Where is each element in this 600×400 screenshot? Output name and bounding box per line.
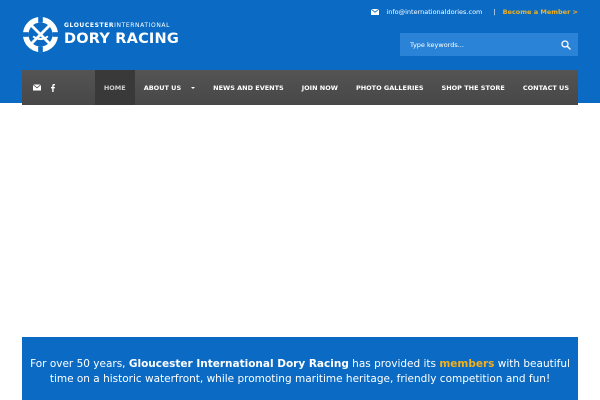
dory-racing-logo-icon bbox=[22, 16, 59, 53]
nav-item-about-us[interactable]: ABOUT US bbox=[135, 70, 204, 105]
search-box bbox=[400, 33, 578, 56]
banner-org-name: Gloucester International Dory Racing bbox=[128, 358, 349, 370]
nav-item-label: ABOUT US bbox=[143, 83, 182, 92]
nav-item-label: CONTACT US bbox=[522, 83, 569, 92]
search-icon[interactable] bbox=[561, 39, 571, 50]
chevron-down-icon bbox=[191, 86, 196, 89]
search-input[interactable] bbox=[400, 33, 561, 56]
nav-item-shop-the-store[interactable]: SHOP THE STORE bbox=[433, 70, 514, 105]
nav-item-news-and-events[interactable]: NEWS AND EVENTS bbox=[204, 70, 293, 105]
contact-email-link[interactable]: info@internationaldories.com bbox=[386, 8, 482, 16]
logo-subtitle-light: INTERNATIONAL bbox=[114, 21, 171, 29]
nav-item-label: SHOP THE STORE bbox=[441, 83, 505, 92]
nav-item-label: PHOTO GALLERIES bbox=[355, 83, 424, 92]
nav-item-photo-galleries[interactable]: PHOTO GALLERIES bbox=[347, 70, 433, 105]
main-nav: HOME ABOUT US NEWS AND EVENTS JOIN NOW P… bbox=[22, 70, 578, 105]
site-logo[interactable]: GLOUCESTERINTERNATIONAL DORY RACING bbox=[22, 16, 179, 53]
logo-subtitle-bold: GLOUCESTER bbox=[64, 21, 115, 29]
header-separator: | bbox=[493, 8, 496, 16]
nav-item-home[interactable]: HOME bbox=[94, 70, 135, 105]
become-member-link[interactable]: Become a Member > bbox=[503, 8, 578, 16]
facebook-icon[interactable] bbox=[51, 83, 55, 92]
mail-icon[interactable] bbox=[33, 84, 41, 91]
page: GLOUCESTERINTERNATIONAL DORY RACING info… bbox=[0, 0, 600, 400]
intro-banner: For over 50 years, Gloucester Internatio… bbox=[22, 337, 578, 400]
logo-text: GLOUCESTERINTERNATIONAL DORY RACING bbox=[64, 22, 179, 48]
banner-text: has provided its bbox=[348, 358, 440, 370]
mail-icon bbox=[371, 9, 380, 15]
header-contact: info@internationaldories.com | Become a … bbox=[371, 8, 578, 16]
nav-item-join-now[interactable]: JOIN NOW bbox=[293, 70, 347, 105]
logo-subtitle: GLOUCESTERINTERNATIONAL bbox=[64, 22, 179, 30]
banner-text: For over 50 years, bbox=[30, 358, 129, 370]
nav-menu: HOME ABOUT US NEWS AND EVENTS JOIN NOW P… bbox=[94, 70, 578, 105]
nav-item-label: NEWS AND EVENTS bbox=[213, 83, 284, 92]
nav-item-contact-us[interactable]: CONTACT US bbox=[514, 70, 578, 105]
social-links bbox=[22, 70, 95, 105]
nav-item-label: JOIN NOW bbox=[301, 83, 338, 92]
logo-title: DORY RACING bbox=[64, 30, 179, 47]
members-link[interactable]: members bbox=[439, 358, 494, 370]
nav-item-label: HOME bbox=[103, 83, 126, 92]
